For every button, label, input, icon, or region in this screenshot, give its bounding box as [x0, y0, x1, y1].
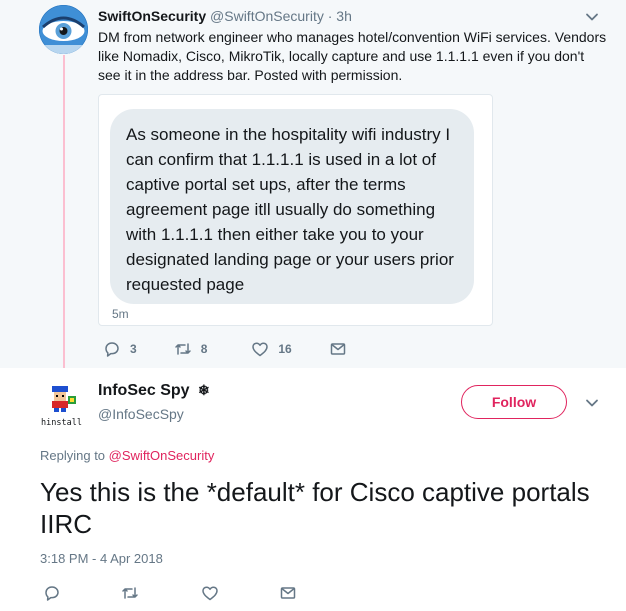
parent-tweet-header: SwiftOnSecurity @SwiftOnSecurity · 3h: [98, 8, 352, 24]
reply-display-name[interactable]: InfoSec Spy: [98, 382, 190, 399]
direct-message-button[interactable]: [329, 340, 347, 358]
reply-count: 3: [130, 342, 137, 356]
replying-to-mention-link[interactable]: @SwiftOnSecurity: [109, 448, 215, 463]
dm-message-bubble: As someone in the hospitality wifi indus…: [110, 109, 474, 304]
reply-action-bar: [43, 584, 297, 602]
header-separator: ·: [327, 8, 333, 24]
retweet-icon: [122, 587, 138, 599]
replying-to-line: Replying to @SwiftOnSecurity: [40, 448, 214, 463]
reply-like-button[interactable]: [201, 584, 219, 602]
retweet-count: 8: [200, 342, 208, 356]
replying-to-label: Replying to: [40, 448, 106, 463]
reply-retweet-button[interactable]: [121, 584, 139, 602]
swiftonsecurity-avatar[interactable]: [39, 5, 88, 54]
reply-reply-button[interactable]: [43, 584, 61, 602]
reply-more-chevron-down-icon[interactable]: [585, 396, 599, 410]
parent-more-chevron-down-icon[interactable]: [585, 10, 599, 24]
avatar-caption: hinstall: [41, 418, 82, 428]
like-count: 16: [278, 342, 292, 356]
like-button[interactable]: 16: [251, 340, 292, 358]
retweet-button[interactable]: 8: [174, 340, 208, 358]
follow-button[interactable]: Follow: [461, 385, 567, 419]
dm-message-time: 5m: [112, 307, 129, 321]
eye-avatar-icon: [39, 5, 88, 54]
parent-display-name[interactable]: SwiftOnSecurity: [98, 8, 206, 24]
reply-handle[interactable]: @InfoSecSpy: [98, 406, 184, 422]
snowflake-icon: ❄: [198, 382, 210, 398]
parent-action-bar: 3 8 16: [103, 340, 347, 358]
parent-handle[interactable]: @SwiftOnSecurity: [210, 8, 324, 24]
heart-icon: [202, 586, 218, 601]
reply-direct-message-button[interactable]: [279, 584, 297, 602]
reply-button[interactable]: 3: [103, 340, 137, 358]
reply-timestamp[interactable]: 3:18 PM - 4 Apr 2018: [40, 551, 163, 566]
attached-image-card[interactable]: As someone in the hospitality wifi indus…: [98, 94, 493, 326]
parent-tweet-text: DM from network engineer who manages hot…: [98, 29, 607, 83]
retweet-icon: [174, 343, 191, 355]
reply-tweet-text: Yes this is the *default* for Cisco capt…: [40, 477, 590, 539]
reply-display-name-row[interactable]: InfoSec Spy ❄: [98, 382, 210, 400]
reply-bubble-icon: [45, 586, 59, 601]
heart-icon: [252, 342, 269, 357]
parent-tweet-time[interactable]: 3h: [336, 8, 352, 24]
envelope-icon: [330, 343, 345, 355]
parent-tweet[interactable]: SwiftOnSecurity @SwiftOnSecurity · 3h DM…: [0, 0, 626, 368]
reply-bubble-icon: [105, 342, 119, 357]
infosecspy-avatar[interactable]: hinstall: [40, 380, 88, 428]
thread-connector-line: [63, 55, 65, 368]
envelope-icon: [280, 587, 296, 599]
installer-mascot-avatar-icon: hinstall: [40, 380, 88, 428]
